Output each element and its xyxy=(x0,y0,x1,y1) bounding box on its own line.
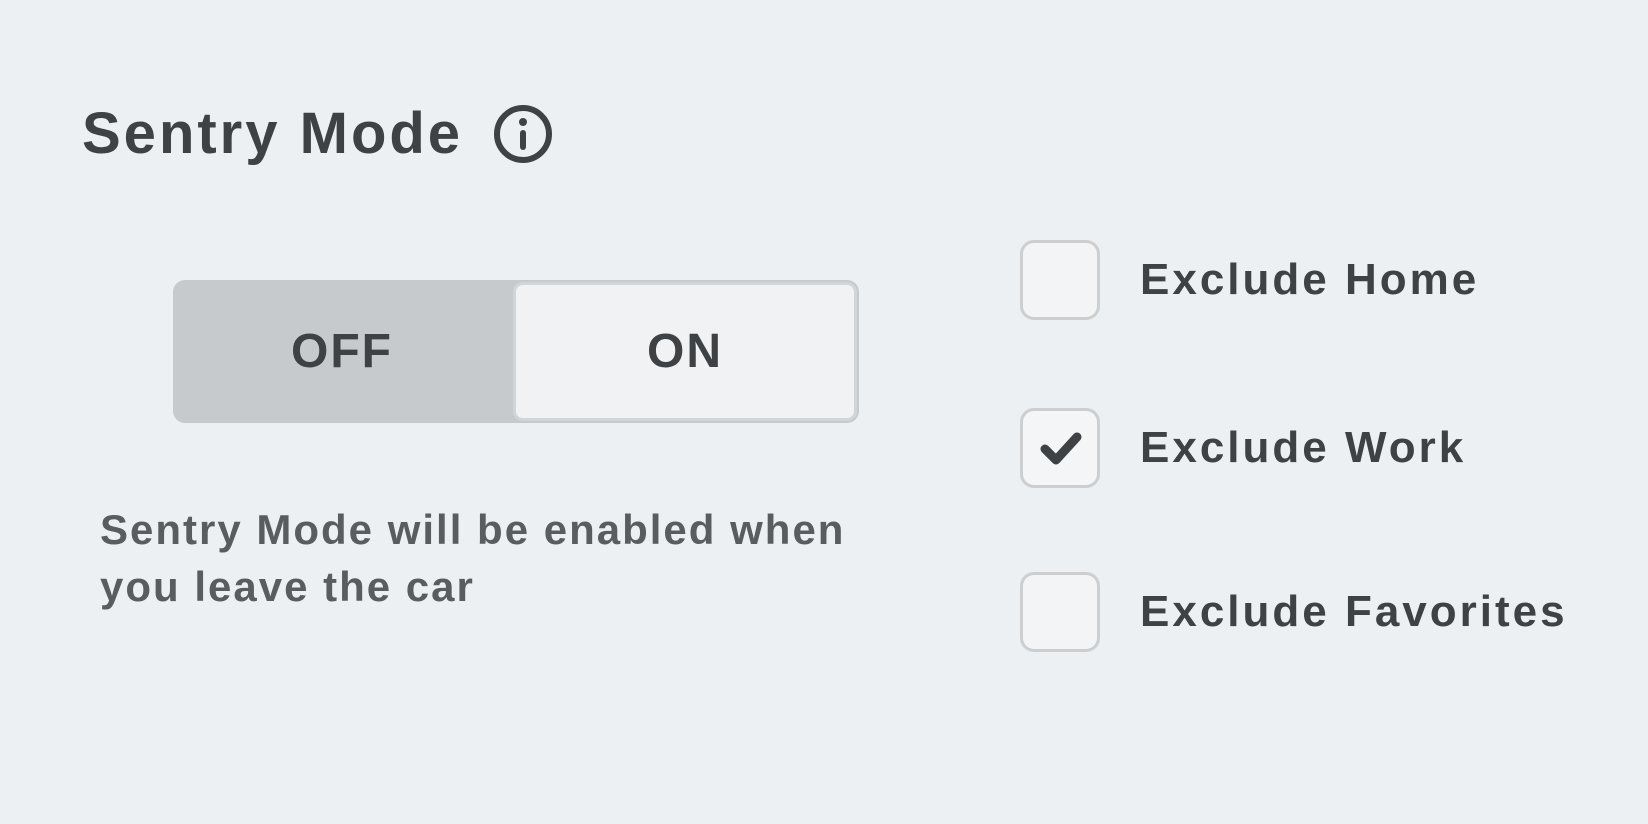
exclude-work-label: Exclude Work xyxy=(1140,423,1466,473)
exclude-favorites-checkbox[interactable] xyxy=(1020,572,1100,652)
title-row: Sentry Mode xyxy=(82,100,553,167)
toggle-on-label: ON xyxy=(647,324,723,379)
exclude-home-row: Exclude Home xyxy=(1020,240,1479,320)
toggle-off-button[interactable]: OFF xyxy=(173,280,511,423)
info-icon[interactable] xyxy=(493,104,553,164)
exclude-work-checkbox[interactable] xyxy=(1020,408,1100,488)
check-icon xyxy=(1035,423,1085,473)
exclude-home-label: Exclude Home xyxy=(1140,255,1479,305)
toggle-off-label: OFF xyxy=(291,324,393,379)
exclude-home-checkbox[interactable] xyxy=(1020,240,1100,320)
exclude-work-row: Exclude Work xyxy=(1020,408,1466,488)
exclude-favorites-row: Exclude Favorites xyxy=(1020,572,1568,652)
toggle-on-button[interactable]: ON xyxy=(513,282,857,421)
sentry-mode-toggle[interactable]: OFF ON xyxy=(173,280,859,423)
sentry-mode-description: Sentry Mode will be enabled when you lea… xyxy=(100,502,900,615)
exclude-favorites-label: Exclude Favorites xyxy=(1140,587,1568,637)
page-title: Sentry Mode xyxy=(82,100,463,167)
